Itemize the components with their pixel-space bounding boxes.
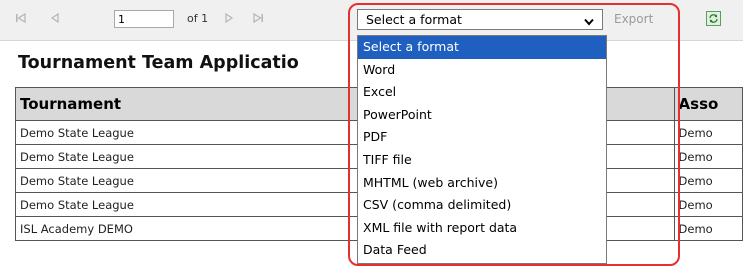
format-option-tiff[interactable]: TIFF file bbox=[358, 149, 606, 172]
table-cell: Demo bbox=[673, 216, 743, 241]
format-option-word[interactable]: Word bbox=[358, 59, 606, 82]
table-cell: Demo bbox=[673, 192, 743, 217]
report-title: Tournament Team Applicatio bbox=[18, 53, 299, 73]
format-option-excel[interactable]: Excel bbox=[358, 81, 606, 104]
export-format-options: Select a format Word Excel PowerPoint PD… bbox=[357, 35, 607, 264]
page-number-input[interactable] bbox=[114, 10, 174, 28]
page-count-label: of 1 bbox=[187, 12, 209, 25]
export-button[interactable]: Export bbox=[614, 12, 653, 26]
last-page-icon[interactable] bbox=[251, 11, 265, 25]
format-option-pdf[interactable]: PDF bbox=[358, 126, 606, 149]
column-header-association: Asso bbox=[673, 87, 743, 121]
format-option-csv[interactable]: CSV (comma delimited) bbox=[358, 194, 606, 217]
table-cell: Demo State League bbox=[14, 192, 401, 217]
table-cell: Demo State League bbox=[14, 144, 401, 169]
format-option-data-feed[interactable]: Data Feed bbox=[358, 239, 606, 262]
next-page-icon[interactable] bbox=[222, 11, 236, 25]
column-header-tournament: Tournament bbox=[14, 87, 401, 121]
table-cell: Demo State League bbox=[14, 168, 401, 193]
chevron-down-icon bbox=[584, 15, 594, 26]
format-option-select-a-format[interactable]: Select a format bbox=[358, 36, 606, 59]
table-cell: Demo bbox=[673, 168, 743, 193]
first-page-icon[interactable] bbox=[14, 11, 28, 25]
table-cell: ISL Academy DEMO bbox=[14, 216, 401, 241]
export-format-select[interactable]: Select a format bbox=[357, 9, 603, 30]
table-cell: Demo bbox=[673, 144, 743, 169]
table-cell: Demo bbox=[673, 120, 743, 145]
format-option-xml[interactable]: XML file with report data bbox=[358, 217, 606, 240]
format-option-mhtml[interactable]: MHTML (web archive) bbox=[358, 172, 606, 195]
export-format-selected-value: Select a format bbox=[366, 12, 462, 27]
format-option-powerpoint[interactable]: PowerPoint bbox=[358, 104, 606, 127]
previous-page-icon[interactable] bbox=[48, 11, 62, 25]
table-cell: Demo State League bbox=[14, 120, 401, 145]
refresh-icon[interactable] bbox=[706, 11, 721, 26]
